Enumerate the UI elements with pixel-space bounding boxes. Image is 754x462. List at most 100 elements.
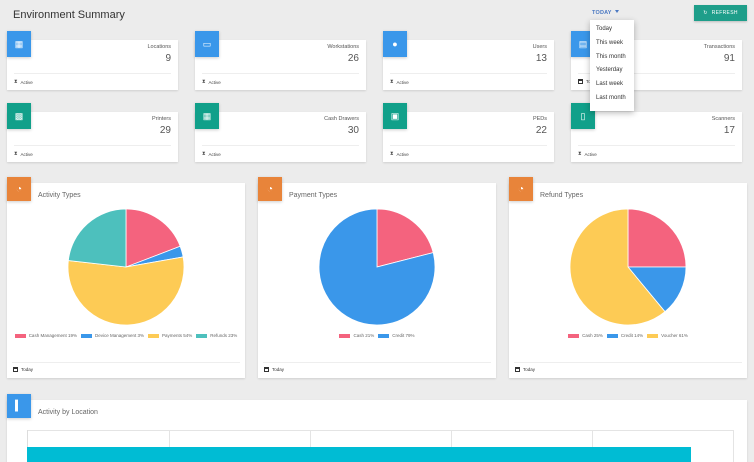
stat-label: Users: [532, 44, 547, 50]
legend-swatch: [80, 334, 92, 338]
stat-card-scanners: ▯ Scanners 17 ⧗ Active: [571, 103, 742, 162]
menu-item-today[interactable]: Today: [590, 23, 634, 37]
chart-footer-label: Today: [21, 367, 34, 372]
stat-footer: ⧗ Active: [390, 151, 409, 157]
payment-types-card: ◔ Payment Types Cash 21% Credit 79% Today: [258, 177, 496, 378]
menu-item-this-month[interactable]: This month: [590, 51, 634, 65]
legend-swatch: [606, 334, 618, 338]
legend-swatch: [568, 334, 580, 338]
stat-card-peds: ▣ PEDs 22 ⧗ Active: [383, 103, 554, 162]
legend-label: Payments 54%: [162, 333, 193, 338]
date-filter-label: TODAY: [592, 10, 612, 16]
stat-card-cash-drawers: ▦ Cash Drawers 30 ⧗ Active: [195, 103, 366, 162]
stat-label: Workstations: [327, 44, 359, 50]
chart-legend: Cash 25% Credit 14% Voucher 61%: [514, 332, 742, 341]
stat-value: 17: [723, 125, 735, 136]
refund-types-card: ◔ Refund Types Cash 25% Credit 14% Voucher…: [509, 177, 747, 378]
hourglass-icon: ⧗: [202, 79, 206, 85]
calendar-icon: [264, 367, 269, 372]
stat-label: Locations: [147, 44, 171, 50]
hourglass-icon: ⧗: [202, 151, 206, 157]
legend-item[interactable]: Cash 25%: [568, 332, 603, 340]
stat-value: 91: [723, 53, 735, 64]
legend-label: Cash 21%: [353, 333, 375, 338]
legend-label: Cash Management 19%: [28, 333, 77, 338]
activity-types-pie: [67, 208, 185, 326]
stat-footer: ⧗ Active: [14, 79, 33, 85]
stat-card-workstations: ▭ Workstations 26 ⧗ Active: [195, 31, 366, 90]
chart-title: Payment Types: [289, 192, 338, 199]
hourglass-icon: ⧗: [390, 79, 394, 85]
pie-chart-icon: ◔: [7, 177, 31, 201]
legend-swatch: [339, 334, 351, 338]
hourglass-icon: ⧗: [390, 151, 394, 157]
legend-swatch: [148, 334, 159, 338]
chart-title: Activity Types: [38, 192, 81, 199]
user-icon: ●: [383, 31, 407, 57]
stat-value: 26: [347, 53, 359, 64]
stat-footer: ⧗ Active: [390, 79, 409, 85]
legend-label: Device Management 3%: [94, 333, 144, 338]
refresh-button[interactable]: ↻ REFRESH: [694, 5, 747, 21]
chart-footer-label: Today: [272, 367, 285, 372]
stat-footer-label: Active: [396, 151, 409, 157]
card-terminal-icon: ▣: [383, 103, 407, 129]
date-filter-dropdown[interactable]: TODAY: [592, 10, 619, 16]
chart-footer: Today: [515, 367, 535, 372]
stat-value: 29: [159, 125, 171, 136]
hourglass-icon: ⧗: [14, 79, 18, 85]
stat-footer-label: Active: [584, 151, 597, 157]
menu-item-yesterday[interactable]: Yesterday: [590, 64, 634, 78]
menu-item-last-month[interactable]: Last month: [590, 92, 634, 106]
stat-footer-label: Active: [20, 79, 33, 85]
printer-icon: ▩: [7, 103, 31, 129]
hourglass-icon: ⧗: [578, 151, 582, 157]
activity-by-location-card: ▍ Activity by Location: [7, 394, 747, 462]
chart-legend: Cash 21% Credit 79%: [263, 332, 491, 341]
legend-item[interactable]: Credit 79%: [378, 332, 415, 340]
stat-footer: ⧗ Active: [202, 151, 221, 157]
laptop-icon: ▭: [195, 31, 219, 57]
stat-value: 9: [165, 53, 171, 64]
stat-value: 22: [535, 125, 547, 136]
stat-footer: ⧗ Active: [202, 79, 221, 85]
legend-item[interactable]: Cash 21%: [339, 332, 374, 340]
stat-footer: ⧗ Active: [14, 151, 33, 157]
legend-item[interactable]: Device Management 3%: [80, 332, 144, 340]
stat-card-printers: ▩ Printers 29 ⧗ Active: [7, 103, 178, 162]
store-icon: ▦: [7, 31, 31, 57]
stat-value: 30: [347, 125, 359, 136]
pie-chart-icon: ◔: [258, 177, 282, 201]
legend-swatch: [14, 334, 26, 338]
calendar-icon: [578, 79, 583, 84]
stat-footer-label: Active: [208, 151, 221, 157]
stat-value: 13: [535, 53, 547, 64]
legend-label: Credit 79%: [392, 333, 415, 338]
legend-item[interactable]: Refunds 23%: [196, 332, 237, 340]
legend-item[interactable]: Voucher 61%: [647, 332, 688, 340]
payment-types-pie: [318, 208, 436, 326]
activity-types-card: ◔ Activity Types Cash Management 19% Devi…: [7, 177, 245, 378]
menu-item-last-week[interactable]: Last week: [590, 78, 634, 92]
legend-item[interactable]: Payments 54%: [148, 332, 192, 340]
legend-item[interactable]: Cash Management 19%: [14, 332, 77, 340]
legend-item[interactable]: Credit 14%: [606, 332, 644, 340]
stat-label: Transactions: [703, 44, 735, 50]
menu-item-this-week[interactable]: This week: [590, 37, 634, 51]
refresh-icon: ↻: [703, 10, 708, 16]
chart-footer: Today: [264, 367, 284, 372]
stat-footer-label: Active: [208, 79, 221, 85]
caret-down-icon: [614, 10, 619, 13]
stat-footer-label: Active: [396, 79, 409, 85]
chart-title: Refund Types: [540, 192, 584, 199]
chart-legend: Cash Management 19% Device Management 3% P…: [12, 332, 240, 341]
pie-slice: [67, 208, 127, 268]
legend-label: Voucher 61%: [661, 333, 688, 338]
refresh-label: REFRESH: [711, 10, 738, 16]
pie-slice: [627, 208, 687, 268]
pie-chart-icon: ◔: [509, 177, 533, 201]
calendar-icon: [13, 367, 18, 372]
stat-label: PEDs: [532, 116, 547, 122]
legend-label: Credit 14%: [620, 333, 644, 338]
page-title: Environment Summary: [13, 9, 125, 21]
